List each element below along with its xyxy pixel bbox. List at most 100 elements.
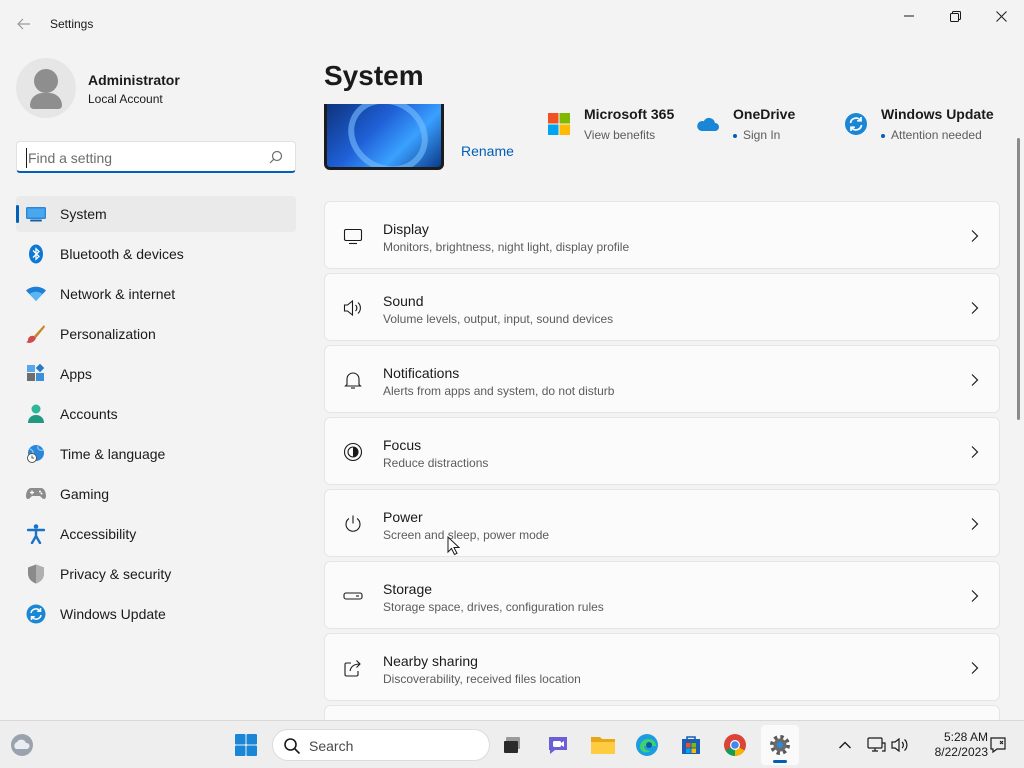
sidebar-item-accessibility[interactable]: Accessibility	[16, 516, 296, 552]
card-subtitle: Reduce distractions	[383, 456, 489, 470]
card-sound[interactable]: Sound Volume levels, output, input, soun…	[324, 273, 1000, 341]
share-icon	[344, 660, 361, 677]
microsoft-logo-icon	[548, 113, 570, 135]
tile-subtitle: Attention needed	[881, 128, 982, 142]
sidebar-item-system[interactable]: System	[16, 196, 296, 232]
card-subtitle: Discoverability, received files location	[383, 672, 581, 686]
card-title: Power	[383, 509, 423, 525]
card-partial[interactable]	[324, 705, 1000, 720]
back-button[interactable]	[10, 12, 38, 36]
chat-icon	[549, 737, 567, 754]
network-monitor-icon	[867, 737, 886, 752]
taskbar: Search 5:28 AM 8/22/2023	[0, 720, 1024, 768]
sidebar-item-windows-update[interactable]: Windows Update	[16, 596, 296, 632]
profile-account-type: Local Account	[88, 92, 163, 106]
avatar	[16, 58, 76, 118]
settings-app-button[interactable]	[761, 725, 799, 765]
onedrive-cloud-icon	[697, 117, 719, 131]
card-title: Notifications	[383, 365, 460, 381]
task-view-button[interactable]	[498, 731, 526, 759]
taskbar-clock[interactable]: 5:28 AM 8/22/2023	[916, 730, 988, 760]
title-bar: Settings	[0, 0, 1024, 48]
update-icon	[26, 604, 46, 624]
edge-browser-icon	[636, 734, 658, 756]
status-dot	[733, 133, 737, 138]
card-display[interactable]: Display Monitors, brightness, night ligh…	[324, 201, 1000, 269]
rename-link[interactable]: Rename	[461, 143, 514, 159]
chevron-right-icon	[971, 230, 979, 242]
desktop-wallpaper-thumbnail[interactable]	[324, 104, 444, 170]
page-title: System	[324, 60, 424, 91]
apps-icon	[26, 364, 46, 384]
notification-center-button[interactable]	[984, 731, 1012, 759]
card-title: Display	[383, 221, 429, 237]
bell-icon	[344, 372, 362, 389]
taskbar-search-label: Search	[309, 738, 354, 754]
sidebar-item-personalization[interactable]: Personalization	[16, 316, 296, 352]
user-profile[interactable]: Administrator Local Account	[16, 58, 296, 118]
sidebar-item-label: Bluetooth & devices	[60, 246, 184, 262]
sidebar-item-label: Gaming	[60, 486, 110, 502]
chevron-right-icon	[971, 374, 979, 386]
sidebar-item-privacy[interactable]: Privacy & security	[16, 556, 296, 592]
sidebar-item-apps[interactable]: Apps	[16, 356, 296, 392]
edge-button[interactable]	[633, 731, 661, 759]
search-input[interactable]	[26, 148, 261, 168]
restore-button[interactable]	[932, 0, 978, 32]
taskbar-search[interactable]: Search	[272, 729, 490, 761]
sidebar-item-bluetooth[interactable]: Bluetooth & devices	[16, 236, 296, 272]
monitor-icon	[26, 204, 46, 224]
sidebar-item-gaming[interactable]: Gaming	[16, 476, 296, 512]
accessibility-icon	[26, 524, 46, 544]
widgets-button[interactable]	[8, 731, 36, 759]
store-button[interactable]	[677, 731, 705, 759]
scrollbar[interactable]	[1017, 138, 1020, 420]
card-subtitle: Screen and sleep, power mode	[383, 528, 550, 542]
sidebar-item-label: Network & internet	[60, 286, 176, 302]
clock-date: 8/22/2023	[934, 745, 988, 759]
chevron-right-icon	[971, 662, 979, 674]
power-icon	[345, 515, 361, 532]
card-notifications[interactable]: Notifications Alerts from apps and syste…	[324, 345, 1000, 413]
tile-subtitle: Sign In	[733, 128, 780, 142]
search-icon[interactable]	[269, 150, 283, 164]
minimize-button[interactable]	[886, 0, 932, 32]
chevron-right-icon	[971, 590, 979, 602]
volume-button[interactable]	[886, 731, 914, 759]
app-title: Settings	[50, 17, 94, 31]
bluetooth-icon	[26, 244, 46, 264]
globe-clock-icon	[26, 444, 46, 464]
notification-icon	[990, 737, 1006, 754]
focus-icon	[343, 442, 363, 462]
tile-subtitle: View benefits	[584, 128, 656, 142]
volume-icon	[891, 737, 908, 753]
status-dot	[881, 133, 885, 138]
mouse-cursor-icon	[447, 536, 461, 556]
sidebar-item-network[interactable]: Network & internet	[16, 276, 296, 312]
arrow-left-icon	[17, 18, 30, 30]
gear-icon	[770, 735, 790, 755]
chevron-right-icon	[971, 518, 979, 530]
sidebar-item-accounts[interactable]: Accounts	[16, 396, 296, 432]
close-icon	[995, 10, 1007, 22]
show-hidden-icons-button[interactable]	[831, 731, 859, 759]
sidebar-item-label: Accessibility	[60, 526, 137, 542]
store-icon	[682, 736, 700, 754]
sidebar-item-label: Apps	[60, 366, 92, 382]
start-button[interactable]	[232, 731, 260, 759]
system-hero-banner: Rename Microsoft 365 View benefits OneDr…	[324, 104, 1014, 174]
sidebar-item-time-language[interactable]: Time & language	[16, 436, 296, 472]
teams-chat-button[interactable]	[544, 731, 572, 759]
chrome-button[interactable]	[721, 731, 749, 759]
windows-update-icon	[845, 113, 867, 135]
display-icon	[343, 228, 363, 245]
chevron-right-icon	[971, 302, 979, 314]
card-power[interactable]: Power Screen and sleep, power mode	[324, 489, 1000, 557]
card-nearby-sharing[interactable]: Nearby sharing Discoverability, received…	[324, 633, 1000, 701]
card-storage[interactable]: Storage Storage space, drives, configura…	[324, 561, 1000, 629]
sidebar-item-label: Windows Update	[60, 606, 166, 622]
search-box[interactable]	[16, 141, 296, 173]
file-explorer-button[interactable]	[589, 731, 617, 759]
card-focus[interactable]: Focus Reduce distractions	[324, 417, 1000, 485]
close-button[interactable]	[978, 0, 1024, 32]
